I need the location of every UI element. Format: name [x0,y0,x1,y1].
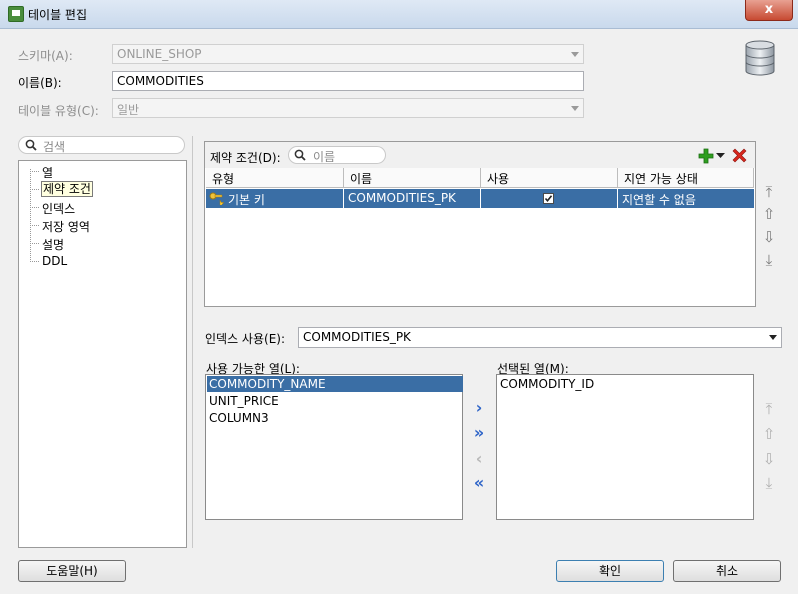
selected-columns-list[interactable]: COMMODITY_ID [496,374,754,520]
checkmark-icon [544,195,553,203]
index-value: COMMODITIES_PK [303,330,411,344]
move-up-icon[interactable]: ⇧ [761,205,777,223]
tree-connector [30,261,39,262]
tree-connector [30,171,39,172]
close-button[interactable]: x [745,0,793,21]
tree-connector [30,243,39,244]
search-icon [25,139,37,151]
tree-connector [30,169,31,262]
tree-item-storage[interactable]: 저장 영역 [41,218,91,235]
move-bottom-icon[interactable]: ⤓ [761,251,777,269]
name-field[interactable]: COMMODITIES [112,71,584,91]
list-item[interactable]: COLUMN3 [207,410,271,426]
move-all-right-icon[interactable]: » [470,424,488,442]
available-columns-list[interactable]: COMMODITY_NAME UNIT_PRICE COLUMN3 [205,374,463,520]
category-tree: 열 제약 조건 인덱스 저장 영역 설명 DDL [18,160,187,548]
title-bar [0,0,798,29]
name-label: 이름(B): [18,76,62,90]
list-item[interactable]: COMMODITY_NAME [207,376,463,392]
chevron-down-icon[interactable] [716,153,725,159]
column-header-type[interactable]: 유형 [206,168,344,188]
column-header-name[interactable]: 이름 [344,168,481,188]
move-up-icon[interactable]: ⇧ [761,425,777,443]
move-all-left-icon[interactable]: « [470,474,488,492]
move-bottom-icon[interactable]: ⤓ [761,474,777,492]
tree-item-indexes[interactable]: 인덱스 [41,200,76,217]
move-top-icon[interactable]: ⤒ [761,400,777,418]
constraint-deferrable-cell[interactable]: 지연할 수 없음 [618,189,754,208]
chevron-down-icon [769,335,777,340]
list-item[interactable]: UNIT_PRICE [207,393,281,409]
constraints-label: 제약 조건(D): [210,151,281,165]
key-icon [209,192,225,205]
table-type-combo[interactable]: 일반 [112,98,584,118]
tree-item-ddl[interactable]: DDL [41,254,68,268]
index-label: 인덱스 사용(E): [205,332,286,346]
schema-combo[interactable]: ONLINE_SHOP [112,44,584,64]
help-button[interactable]: 도움말(H) [18,560,126,582]
tree-item-columns[interactable]: 열 [41,164,54,181]
move-right-icon[interactable]: › [470,399,488,417]
constraint-type-cell: 기본 키 [228,193,265,207]
panel-splitter[interactable] [192,136,193,548]
schema-label: 스키마(A): [18,49,73,63]
table-type-value: 일반 [117,103,140,117]
column-header-enabled[interactable]: 사용 [481,168,618,188]
move-left-icon[interactable]: ‹ [470,450,488,468]
constraint-enabled-cell[interactable] [481,189,618,208]
constraint-filter-placeholder: 이름 [313,150,336,164]
constraint-name-cell[interactable]: COMMODITIES_PK [344,189,481,208]
window-title: 테이블 편집 [28,8,88,22]
constraint-filter-input[interactable]: 이름 [288,146,386,164]
ok-button[interactable]: 확인 [556,560,664,582]
plus-icon[interactable] [698,148,714,164]
move-down-icon[interactable]: ⇩ [761,450,777,468]
tree-item-comment[interactable]: 설명 [41,236,65,253]
chevron-down-icon [571,52,579,57]
tree-connector [30,225,39,226]
tree-item-constraints[interactable]: 제약 조건 [41,181,93,197]
column-header-deferrable[interactable]: 지연 가능 상태 [618,168,754,188]
table-edit-icon [8,6,24,22]
cancel-button[interactable]: 취소 [673,560,781,582]
move-down-icon[interactable]: ⇩ [761,228,777,246]
move-top-icon[interactable]: ⤒ [761,183,777,201]
table-row[interactable]: 기본 키 [206,189,344,208]
index-combo[interactable]: COMMODITIES_PK [298,327,782,348]
red-x-icon[interactable] [731,147,748,164]
tree-search-input[interactable]: 검색 [18,136,185,154]
chevron-down-icon [571,106,579,111]
table-type-label: 테이블 유형(C): [18,104,99,118]
search-icon [294,149,306,161]
tree-connector [30,207,39,208]
list-item[interactable]: COMMODITY_ID [498,376,596,392]
tree-connector [30,189,39,190]
enabled-checkbox[interactable] [543,193,554,204]
tree-search-placeholder: 검색 [43,140,66,154]
database-icon [745,40,775,76]
schema-value: ONLINE_SHOP [117,47,202,61]
